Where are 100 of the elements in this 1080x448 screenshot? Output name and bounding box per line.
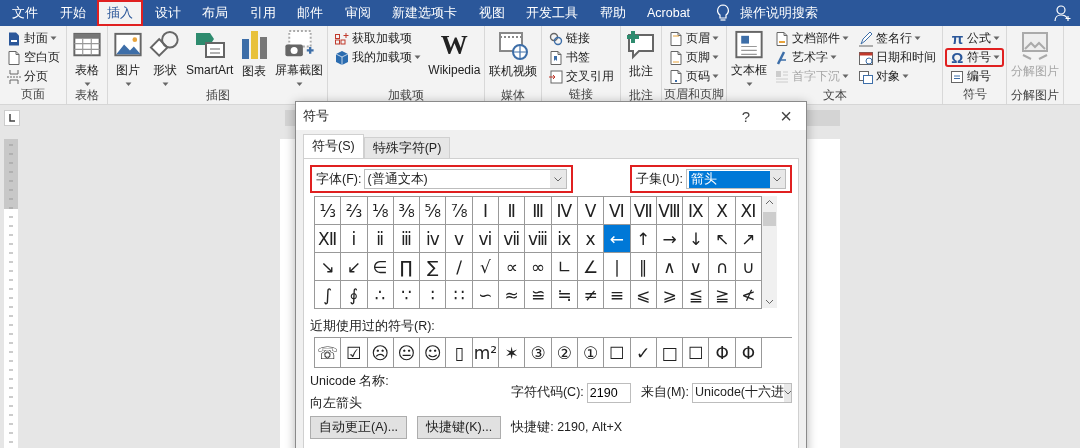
symbol-cell[interactable]: ∶ — [420, 281, 447, 309]
recent-symbol-cell[interactable]: ☺ — [420, 338, 447, 368]
symbol-cell[interactable]: ⩽ — [630, 281, 657, 309]
ribbon-button[interactable]: 表格 — [69, 29, 105, 87]
ribbon-button[interactable]: 批注 — [623, 29, 660, 87]
recent-symbol-cell[interactable]: ✶ — [499, 338, 526, 368]
symbol-cell[interactable]: ⅛ — [367, 197, 394, 225]
symbol-cell[interactable]: ∞ — [525, 253, 552, 281]
symbol-cell[interactable]: ⅓ — [315, 197, 342, 225]
symbol-cell[interactable]: ⅷ — [525, 225, 552, 253]
symbol-cell[interactable]: ↑ — [630, 225, 657, 253]
ribbon-button[interactable]: 页眉 — [664, 29, 724, 48]
ribbon-button[interactable]: 交叉引用 — [544, 67, 619, 86]
recent-symbol-cell[interactable]: ☏ — [315, 338, 342, 368]
symbol-cell[interactable]: ∕ — [446, 253, 473, 281]
symbol-cell[interactable]: ∏ — [393, 253, 421, 281]
ribbon-button[interactable]: 图片 — [110, 29, 146, 87]
dialog-button[interactable]: 自动更正(A)... — [310, 416, 408, 439]
symbol-cell[interactable]: ∥ — [630, 253, 657, 281]
ribbon-tab[interactable]: 文件 — [2, 0, 48, 26]
ribbon-button[interactable]: W Wikipedia — [426, 29, 483, 87]
recent-symbol-cell[interactable]: m² — [472, 338, 500, 368]
symbol-cell[interactable]: √ — [472, 253, 500, 281]
symbol-cell[interactable]: ∫ — [315, 281, 342, 309]
ribbon-tab[interactable]: 帮助 — [589, 0, 636, 26]
symbol-cell[interactable]: ∮ — [341, 281, 368, 309]
symbol-cell[interactable]: Ⅹ — [709, 197, 736, 225]
recent-symbol-cell[interactable]: ☐ — [683, 338, 710, 368]
symbol-cell[interactable]: ∠ — [577, 253, 605, 281]
ribbon-button[interactable]: 页码 — [664, 67, 724, 86]
ribbon-button[interactable]: 日期和时间 — [854, 48, 941, 67]
ribbon-button[interactable]: 形状 — [147, 29, 183, 87]
symbol-cell[interactable]: ↓ — [683, 225, 710, 253]
ribbon-button[interactable]: 文档部件 — [770, 29, 854, 48]
char-code-field[interactable]: 2190 — [586, 382, 631, 403]
recent-symbol-cell[interactable]: Φ — [735, 338, 763, 368]
ribbon-button[interactable]: 文本框 — [729, 29, 770, 87]
symbol-cell[interactable]: ⅳ — [420, 225, 447, 253]
symbol-cell[interactable]: → — [656, 225, 684, 253]
symbol-cell[interactable]: ⅸ — [551, 225, 578, 253]
recent-symbol-cell[interactable]: ☹ — [367, 338, 394, 368]
symbol-cell[interactable]: ⅔ — [341, 197, 368, 225]
ribbon-button[interactable]: 签名行 — [854, 29, 941, 48]
symbol-cell[interactable]: ∴ — [367, 281, 394, 309]
symbol-cell[interactable]: Ⅱ — [499, 197, 526, 225]
share-person-icon[interactable] — [1054, 4, 1072, 22]
symbol-cell[interactable]: Ⅻ — [315, 225, 342, 253]
ribbon-button[interactable]: 书签 — [544, 48, 619, 67]
symbol-cell[interactable]: ∧ — [656, 253, 684, 281]
ribbon-button[interactable]: 编号 — [945, 67, 1005, 86]
symbol-cell[interactable]: ∈ — [367, 253, 394, 281]
symbol-cell[interactable]: Ⅴ — [577, 197, 605, 225]
recent-symbol-cell[interactable]: Φ — [709, 338, 736, 368]
ribbon-button[interactable]: 链接 — [544, 29, 619, 48]
symbol-cell[interactable]: ∝ — [499, 253, 526, 281]
symbol-cell[interactable]: ⅞ — [446, 197, 473, 225]
ribbon-button[interactable]: 页脚 — [664, 48, 724, 67]
from-dropdown[interactable]: Unicode(十六进 — [692, 382, 792, 403]
recent-symbol-cell[interactable]: □ — [656, 338, 684, 368]
symbol-cell[interactable]: Ⅶ — [630, 197, 657, 225]
symbol-cell[interactable]: ∽ — [472, 281, 500, 309]
symbol-cell[interactable]: ∷ — [446, 281, 473, 309]
symbol-cell[interactable]: Ⅰ — [472, 197, 500, 225]
symbol-cell[interactable]: ∣ — [604, 253, 631, 281]
symbol-cell[interactable]: ⅝ — [420, 197, 447, 225]
ribbon-button[interactable]: 封面 — [2, 29, 64, 48]
ribbon-button[interactable]: 艺术字 — [770, 48, 854, 67]
ribbon-button[interactable]: 获取加载项 — [330, 29, 426, 48]
recent-symbol-cell[interactable]: 😐 — [393, 338, 421, 368]
symbol-cell[interactable]: Ⅳ — [551, 197, 578, 225]
symbol-cell[interactable]: ∩ — [709, 253, 736, 281]
ribbon-button[interactable]: 分页 — [2, 67, 64, 86]
recent-symbol-cell[interactable]: ✓ — [630, 338, 657, 368]
tell-me-search[interactable]: 操作说明搜索 — [715, 4, 818, 22]
ribbon-tab[interactable]: 邮件 — [287, 0, 333, 26]
ribbon-button[interactable]: 联机视频 — [487, 29, 540, 87]
ribbon-tab[interactable]: 布局 — [192, 0, 238, 26]
symbol-cell[interactable]: ≡ — [604, 281, 631, 309]
ribbon-button[interactable]: SmartArt — [184, 29, 236, 87]
symbol-cell[interactable]: Ⅸ — [683, 197, 710, 225]
symbol-cell[interactable]: ⅴ — [446, 225, 473, 253]
font-dropdown[interactable]: (普通文本) — [364, 169, 568, 189]
symbol-cell[interactable]: ≌ — [525, 281, 552, 309]
symbol-cell[interactable]: ⅜ — [393, 197, 421, 225]
dialog-tab[interactable]: 特殊字符(P) — [363, 137, 451, 158]
symbol-cell[interactable]: Ⅷ — [656, 197, 684, 225]
ribbon-tab[interactable]: 视图 — [468, 0, 515, 26]
ribbon-button[interactable]: 屏幕截图 — [273, 29, 326, 87]
recent-symbol-cell[interactable]: ③ — [525, 338, 552, 368]
close-button[interactable]: × — [766, 102, 806, 130]
symbol-cell[interactable]: ≠ — [577, 281, 605, 309]
ribbon-button[interactable]: 空白页 — [2, 48, 64, 67]
symbol-cell[interactable]: ← — [604, 225, 631, 253]
ribbon-tab[interactable]: 开始 — [49, 0, 96, 26]
symbol-cell[interactable]: ∑ — [420, 253, 447, 281]
symbol-cell[interactable]: ⩾ — [656, 281, 684, 309]
symbol-cell[interactable]: ≈ — [499, 281, 526, 309]
recent-symbol-cell[interactable]: ▯ — [446, 338, 473, 368]
symbol-cell[interactable]: ≧ — [709, 281, 736, 309]
recent-symbol-cell[interactable]: ☑ — [341, 338, 368, 368]
